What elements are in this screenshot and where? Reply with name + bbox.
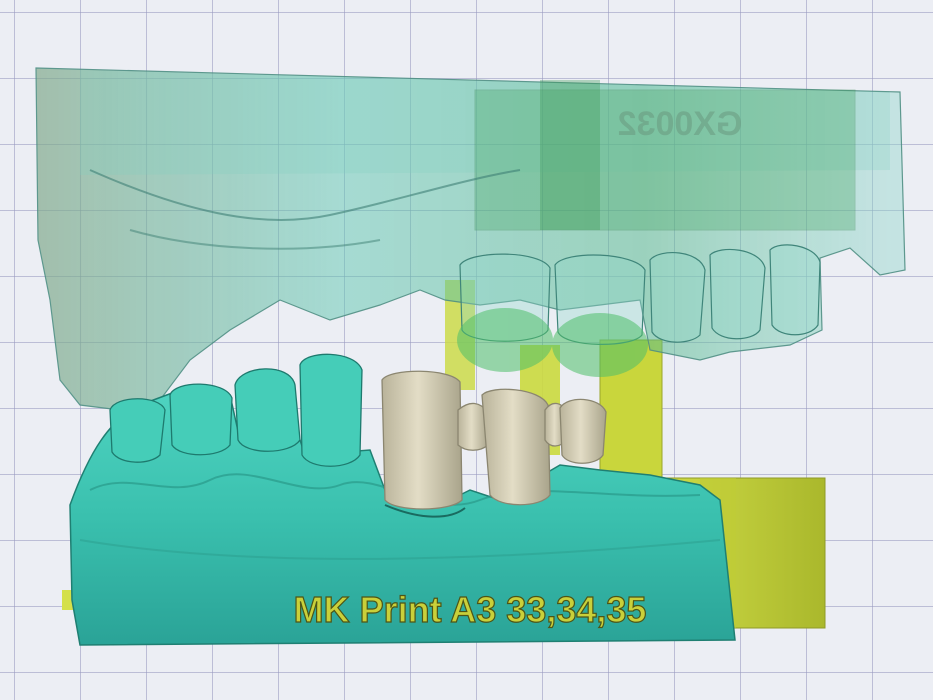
upper-jaw-model: GX0032 [35,67,906,411]
3d-viewport-grid[interactable]: GX0032 MK Print A3 33,34,35 [0,0,933,700]
lower-model-label: MK Print A3 33,34,35 [294,589,647,630]
upper-model-label: GX0032 [618,105,743,143]
dental-model-scene: GX0032 MK Print A3 33,34,35 [35,67,906,646]
